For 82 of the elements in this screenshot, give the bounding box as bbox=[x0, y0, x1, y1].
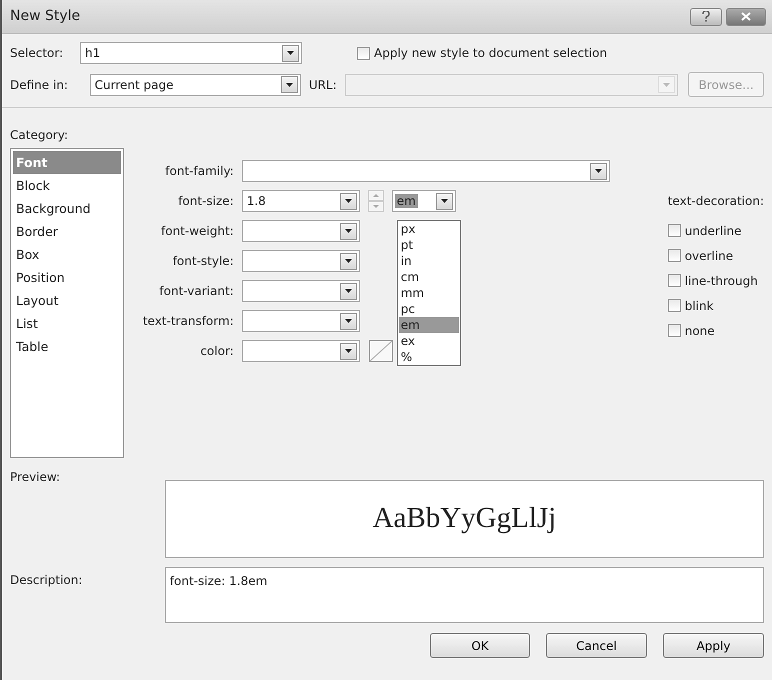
field-label: Define in: bbox=[10, 76, 69, 94]
dropdown-button[interactable] bbox=[340, 252, 357, 270]
unit-dropdown[interactable]: em bbox=[392, 190, 456, 212]
caret-icon bbox=[344, 289, 352, 293]
help-icon bbox=[702, 11, 710, 22]
checkbox-label: Apply new style to document selection bbox=[374, 45, 608, 62]
category-item[interactable]: Position bbox=[13, 266, 121, 289]
caret-icon bbox=[344, 349, 352, 353]
property-label: font-weight: bbox=[160, 223, 235, 240]
unit-option[interactable]: in bbox=[398, 253, 459, 269]
dialog-button[interactable]: OK bbox=[430, 633, 530, 658]
checkbox-label: overline bbox=[684, 248, 734, 264]
unit-option[interactable]: px bbox=[398, 221, 459, 237]
property-label: font-family: bbox=[164, 163, 235, 180]
dropdown-button[interactable] bbox=[280, 76, 298, 93]
caret-icon bbox=[344, 259, 352, 263]
section-label: Description: bbox=[10, 572, 84, 589]
dialog-button[interactable]: Apply bbox=[663, 633, 764, 658]
close-button[interactable] bbox=[726, 8, 766, 26]
category-item[interactable]: List bbox=[13, 312, 121, 335]
checkbox-label: none bbox=[684, 322, 715, 340]
dropdown-button[interactable] bbox=[282, 44, 299, 62]
unit-option[interactable]: pt bbox=[398, 237, 459, 253]
dropdown-button[interactable] bbox=[340, 222, 357, 240]
checkbox[interactable] bbox=[668, 324, 681, 337]
window-title: New Style bbox=[10, 7, 82, 26]
checkbox[interactable] bbox=[668, 274, 681, 287]
checkbox-label: blink bbox=[684, 298, 714, 314]
field-label: Selector: bbox=[10, 45, 64, 62]
color-swatch-icon[interactable] bbox=[368, 340, 393, 362]
down-arrow-icon bbox=[372, 205, 379, 208]
caret-icon bbox=[286, 82, 293, 86]
checkbox-label: underline bbox=[684, 222, 742, 240]
section-label: Category: bbox=[10, 127, 69, 144]
caret-icon bbox=[440, 199, 448, 203]
category-item[interactable]: Border bbox=[13, 220, 121, 243]
category-item[interactable]: Box bbox=[13, 243, 121, 266]
caret-icon bbox=[594, 169, 602, 173]
category-item[interactable]: Table bbox=[13, 335, 121, 358]
property-label: color: bbox=[199, 343, 235, 360]
dropdown-button[interactable] bbox=[340, 192, 357, 210]
checkbox[interactable] bbox=[357, 46, 370, 60]
category-item[interactable]: Background bbox=[13, 197, 121, 220]
checkbox[interactable] bbox=[668, 299, 681, 312]
caret-icon bbox=[344, 199, 352, 203]
section-label: Preview: bbox=[10, 469, 62, 486]
up-arrow-icon bbox=[372, 194, 379, 197]
property-label: font-style: bbox=[172, 253, 235, 270]
description-text: font-size: 1.8em bbox=[170, 574, 268, 588]
dropdown-button[interactable] bbox=[340, 342, 357, 360]
section-label: text-decoration: bbox=[668, 193, 764, 210]
checkbox[interactable] bbox=[668, 249, 681, 262]
spin-button[interactable] bbox=[368, 190, 384, 212]
dropdown-button[interactable] bbox=[436, 192, 453, 210]
property-label: text-transform: bbox=[142, 313, 235, 330]
caret-icon bbox=[287, 51, 294, 55]
help-button[interactable] bbox=[690, 8, 722, 26]
caret-icon bbox=[344, 229, 352, 233]
dialog-button[interactable]: Cancel bbox=[546, 633, 647, 658]
property-label: font-size: bbox=[177, 193, 235, 210]
category-item[interactable]: Block bbox=[13, 174, 121, 197]
dropdown-button[interactable] bbox=[340, 282, 357, 300]
unit-option[interactable]: % bbox=[398, 349, 459, 365]
unit-option[interactable]: pc bbox=[398, 301, 459, 317]
unit-option[interactable]: em bbox=[398, 317, 459, 333]
caret-icon bbox=[344, 319, 352, 323]
property-dropdown[interactable]: 1.8 bbox=[242, 190, 360, 212]
selector-dropdown[interactable]: h1 bbox=[80, 42, 302, 64]
checkbox[interactable] bbox=[668, 224, 681, 237]
unit-option[interactable]: mm bbox=[398, 285, 459, 301]
preview-text: AaBbYyGgLlJj bbox=[372, 501, 556, 536]
category-item[interactable]: Layout bbox=[13, 289, 121, 312]
unit-option[interactable]: ex bbox=[398, 333, 459, 349]
dropdown-button[interactable] bbox=[590, 162, 607, 180]
close-icon bbox=[741, 12, 751, 21]
checkbox-label: line-through bbox=[684, 272, 758, 290]
caret-icon bbox=[663, 82, 670, 86]
dropdown-button[interactable] bbox=[340, 312, 357, 330]
field-label: URL: bbox=[308, 76, 338, 94]
unit-option[interactable]: cm bbox=[398, 269, 459, 285]
property-label: font-variant: bbox=[158, 283, 235, 300]
define-in-dropdown[interactable]: Current page bbox=[90, 74, 301, 96]
